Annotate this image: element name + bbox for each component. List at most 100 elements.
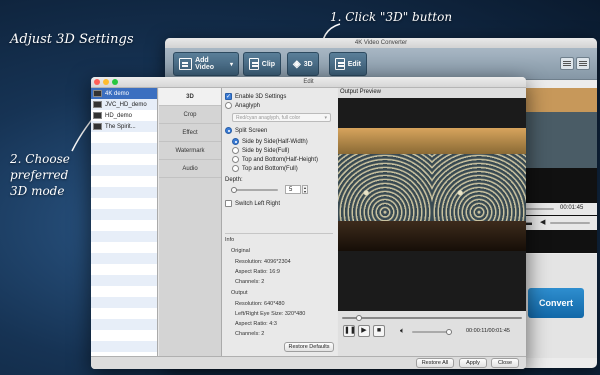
sbs-full-radio[interactable] [232, 147, 239, 154]
step-forward-button[interactable]: ▶ [358, 325, 370, 337]
info-box: Info Original Resolution: 4096*2304 Aspe… [225, 233, 333, 339]
minimize-window-icon[interactable] [103, 79, 109, 85]
main-preview: 00:01:45 ▬ ◀ [520, 88, 597, 253]
file-item[interactable]: HD_demo [91, 110, 157, 121]
depth-value-input[interactable]: 5 [285, 185, 301, 194]
restore-all-button[interactable]: Restore All [416, 358, 454, 368]
file-name: The Spirit... [105, 123, 136, 130]
clip-button[interactable]: Clip [243, 52, 281, 76]
anaglyph-select-value: Red/cyan anaglyph, full color [236, 115, 301, 121]
anaglyph-row: Anaglyph [225, 102, 260, 109]
tab-half-row: Top and Bottom(Half-Height) [232, 156, 318, 163]
video-thumbnail-icon [93, 123, 102, 130]
add-video-icon [179, 58, 193, 70]
sbs-half-label: Side by Side(Half-Width) [242, 138, 308, 145]
enable-3d-label: Enable 3D Settings [235, 93, 287, 100]
main-time-label: 00:01:45 [560, 205, 584, 211]
add-video-button[interactable]: Add Video ▾ [173, 52, 239, 76]
edit-window-title: Edit [91, 77, 526, 88]
switch-lr-checkbox[interactable] [225, 200, 232, 207]
convert-button[interactable]: Convert [528, 288, 584, 318]
output-preview-pane: Output Preview ❚❚ ▶ ■ 🔈︎ 00:00:11/00:01:… [338, 88, 526, 356]
preview-left-eye [338, 128, 432, 251]
orig-resolution: Resolution: 4096*2304 [235, 259, 291, 265]
edit-window: Edit 4K demo JVC_HD_demo HD_demo The Spi… [91, 77, 526, 369]
pause-button[interactable]: ❚❚ [343, 325, 356, 337]
tab-full-row: Top and Bottom(Full) [232, 165, 298, 172]
clip-icon [249, 58, 259, 70]
depth-stepper[interactable]: ▴ ▾ [302, 185, 308, 194]
anaglyph-select[interactable]: Red/cyan anaglyph, full color ▾ [232, 113, 331, 122]
file-name: 4K demo [105, 90, 130, 97]
tab-3d[interactable]: 3D [159, 88, 221, 106]
edit-tabs: 3D Crop Effect Watermark Audio [159, 88, 222, 356]
main-preview-timebar: 00:01:45 [520, 203, 597, 215]
close-window-icon[interactable] [94, 79, 100, 85]
switch-lr-label: Switch Left Right [235, 200, 281, 207]
hint-step2-line2: preferred [10, 168, 69, 182]
tab-full-label: Top and Bottom(Full) [242, 165, 298, 172]
close-button[interactable]: Close [491, 358, 519, 368]
seek-handle[interactable] [356, 315, 362, 321]
anaglyph-label: Anaglyph [235, 102, 261, 109]
orig-aspect: Aspect Ratio: 16:9 [235, 269, 280, 275]
original-heading: Original [231, 248, 250, 254]
tab-half-label: Top and Bottom(Half-Height) [242, 156, 319, 163]
edit-button[interactable]: Edit [329, 52, 367, 76]
split-screen-label: Split Screen [235, 127, 268, 134]
zoom-window-icon[interactable] [112, 79, 118, 85]
depth-slider-handle[interactable] [231, 187, 237, 193]
orig-channels: Channels: 2 [235, 279, 265, 285]
switch-lr-row: Switch Left Right [225, 200, 280, 207]
depth-slider[interactable] [234, 189, 278, 191]
file-item[interactable]: The Spirit... [91, 121, 157, 132]
main-seek-track[interactable] [524, 208, 554, 210]
tab-half-radio[interactable] [232, 156, 239, 163]
restore-defaults-button[interactable]: Restore Defaults [284, 342, 334, 352]
stop-button[interactable]: ■ [373, 325, 385, 337]
anaglyph-radio[interactable] [225, 102, 232, 109]
file-item[interactable]: JVC_HD_demo [91, 99, 157, 110]
3d-settings-panel: Enable 3D Settings Anaglyph Red/cyan ana… [222, 88, 337, 356]
tab-audio[interactable]: Audio [159, 160, 221, 178]
seek-track[interactable] [342, 317, 522, 319]
output-heading: Output [231, 290, 248, 296]
preview-label: Output Preview [340, 89, 382, 95]
list-view-button[interactable] [560, 57, 574, 70]
preview-header: Output Preview [338, 88, 526, 98]
add-video-label: Add Video [195, 57, 215, 71]
main-volume-track[interactable] [550, 222, 590, 224]
edit-label: Edit [347, 60, 361, 68]
tab-full-radio[interactable] [232, 165, 239, 172]
hint-step2-line3: 3D mode [10, 184, 65, 198]
enable-3d-checkbox[interactable] [225, 93, 232, 100]
split-screen-radio[interactable] [225, 127, 232, 134]
convert-area: Convert [520, 254, 597, 358]
3d-button[interactable]: ◈ 3D [287, 52, 319, 76]
sbs-half-row: Side by Side(Half-Width) [232, 138, 308, 145]
depth-label-row: Depth: [225, 177, 243, 183]
player-controls: ❚❚ ▶ ■ 🔈︎ 00:00:11/00:01:45 [338, 311, 526, 356]
file-name: JVC_HD_demo [105, 101, 147, 108]
apply-button[interactable]: Apply [459, 358, 487, 368]
split-screen-row: Split Screen [225, 127, 267, 134]
grid-view-button[interactable] [576, 57, 590, 70]
chevron-down-icon: ▾ [324, 115, 327, 121]
sbs-half-radio[interactable] [232, 138, 239, 145]
clip-label: Clip [261, 60, 275, 68]
tab-effect[interactable]: Effect [159, 124, 221, 142]
out-channels: Channels: 2 [235, 331, 265, 337]
main-window-title: 4K Video Converter [165, 38, 597, 48]
volume-track[interactable] [412, 331, 448, 333]
tab-crop[interactable]: Crop [159, 106, 221, 124]
volume-handle[interactable] [446, 329, 452, 335]
depth-value: 5 [289, 187, 293, 193]
tab-watermark[interactable]: Watermark [159, 142, 221, 160]
main-toolbar: Add Video ▾ Clip ◈ 3D Edit [165, 48, 597, 80]
volume-icon: 🔈︎ [400, 326, 405, 335]
file-item[interactable]: 4K demo [91, 88, 157, 99]
out-eye-size: Left/Right Eye Size: 320*480 [235, 311, 306, 317]
time-display: 00:00:11/00:01:45 [466, 328, 510, 334]
dropdown-arrow-icon[interactable]: ▾ [230, 61, 233, 68]
info-heading: Info [225, 237, 235, 243]
